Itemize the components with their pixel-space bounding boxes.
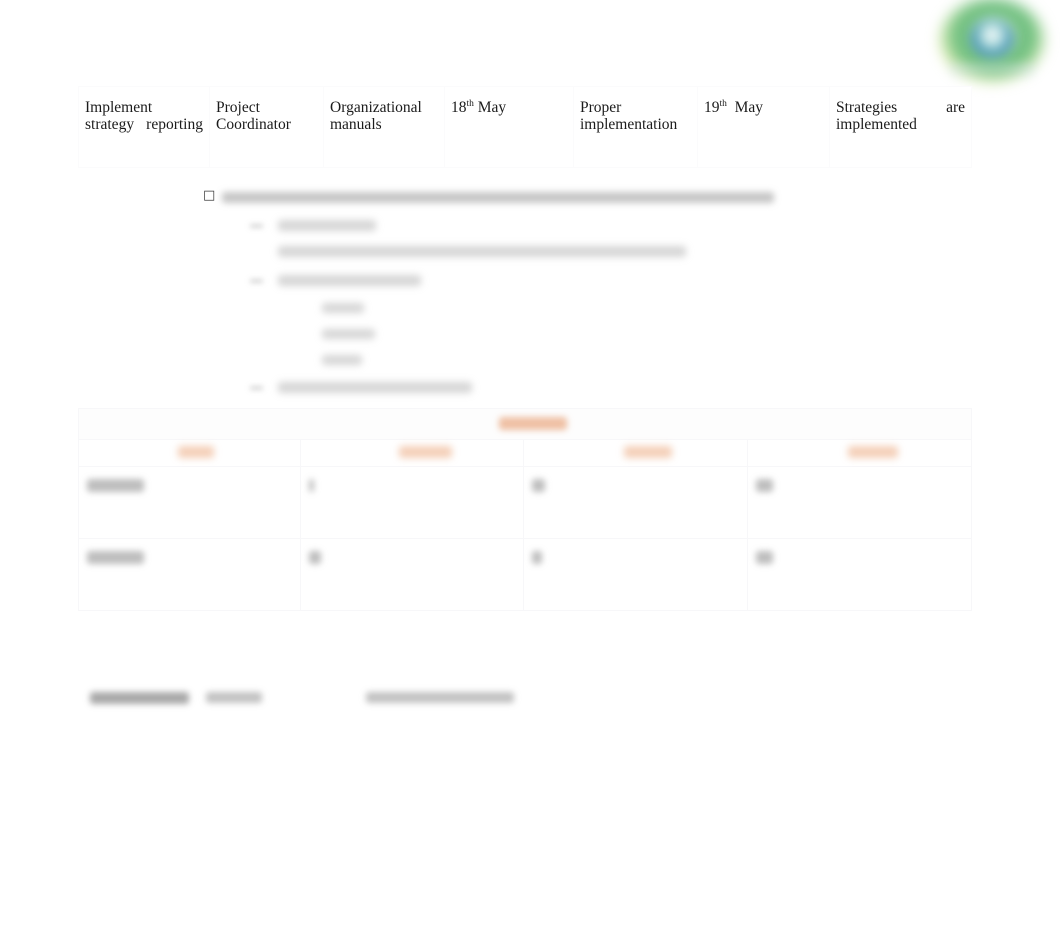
data-cell (78, 466, 301, 539)
dash-2 (250, 279, 263, 283)
implementation-schedule-table: Implement strategy reporting Project Coo… (78, 86, 972, 168)
cell-end-date: 19th May (697, 86, 830, 168)
start-date-month: May (477, 99, 507, 116)
blurred-data-table (78, 408, 972, 611)
footer-right-note (366, 692, 514, 703)
sub-item-2-heading (278, 275, 421, 286)
table-caption-cell (78, 408, 972, 440)
logo-base-bar (950, 64, 1034, 80)
header-col-4 (848, 446, 898, 458)
organization-logo-watermark (932, 0, 1052, 90)
table-caption (499, 417, 567, 430)
blurred-paragraph-block: □ (0, 186, 1062, 402)
data-cell (523, 466, 748, 539)
cell-expected-outcome: Proper implementation (573, 86, 698, 168)
logo-inner-ring (970, 18, 1014, 58)
row-1-value-3 (756, 479, 773, 492)
dash-1 (250, 224, 263, 228)
sub-item-1-text (278, 246, 686, 257)
table-title-row (78, 408, 972, 440)
sub-item-3-heading (278, 382, 472, 393)
data-cell (747, 466, 972, 539)
end-date-month: May (734, 99, 764, 116)
sub-detail-b (322, 329, 375, 339)
bullet-glyph-icon: □ (203, 188, 216, 203)
start-date-suffix: th (466, 98, 474, 109)
end-date-number: 19 (704, 99, 720, 116)
footer-bold-label (90, 692, 189, 704)
footer-value (206, 692, 262, 703)
table-header-row (78, 439, 972, 467)
header-cell-1 (78, 439, 301, 467)
cell-start-date: 18th May (444, 86, 574, 168)
logo-outer-ring (940, 0, 1044, 82)
cell-activity: Implement strategy reporting (78, 86, 210, 168)
cell-resources: Organizational manuals (323, 86, 445, 168)
header-cell-3 (523, 439, 748, 467)
cell-responsible: Project Coordinator (209, 86, 324, 168)
sub-detail-a (322, 303, 364, 313)
sub-item-1-heading (278, 220, 376, 231)
row-2-value-1 (309, 551, 321, 564)
row-1-label (87, 479, 144, 492)
table-row: Implement strategy reporting Project Coo… (78, 86, 972, 168)
row-2-label (87, 551, 144, 564)
row-2-value-2 (532, 551, 542, 564)
data-cell (300, 538, 524, 611)
table-row (78, 538, 972, 611)
lead-paragraph (222, 192, 774, 203)
data-cell (78, 538, 301, 611)
row-2-value-3 (756, 551, 773, 564)
data-cell (523, 538, 748, 611)
row-1-value-2 (532, 479, 545, 492)
header-cell-4 (747, 439, 972, 467)
dash-3 (250, 386, 263, 390)
end-date-suffix: th (719, 98, 727, 109)
blurred-footer-line (0, 686, 1062, 716)
start-date-number: 18 (451, 99, 467, 116)
sub-detail-c (322, 355, 362, 365)
row-1-value-1 (309, 479, 314, 492)
table-row (78, 466, 972, 539)
document-page: { "page": { "background_color": "#ffffff… (0, 0, 1062, 935)
data-cell (747, 538, 972, 611)
header-cell-2 (300, 439, 524, 467)
header-col-2 (399, 446, 452, 458)
header-col-3 (624, 446, 672, 458)
data-cell (300, 466, 524, 539)
cell-indicator: Strategies are implemented (829, 86, 972, 168)
header-col-1 (178, 446, 214, 458)
